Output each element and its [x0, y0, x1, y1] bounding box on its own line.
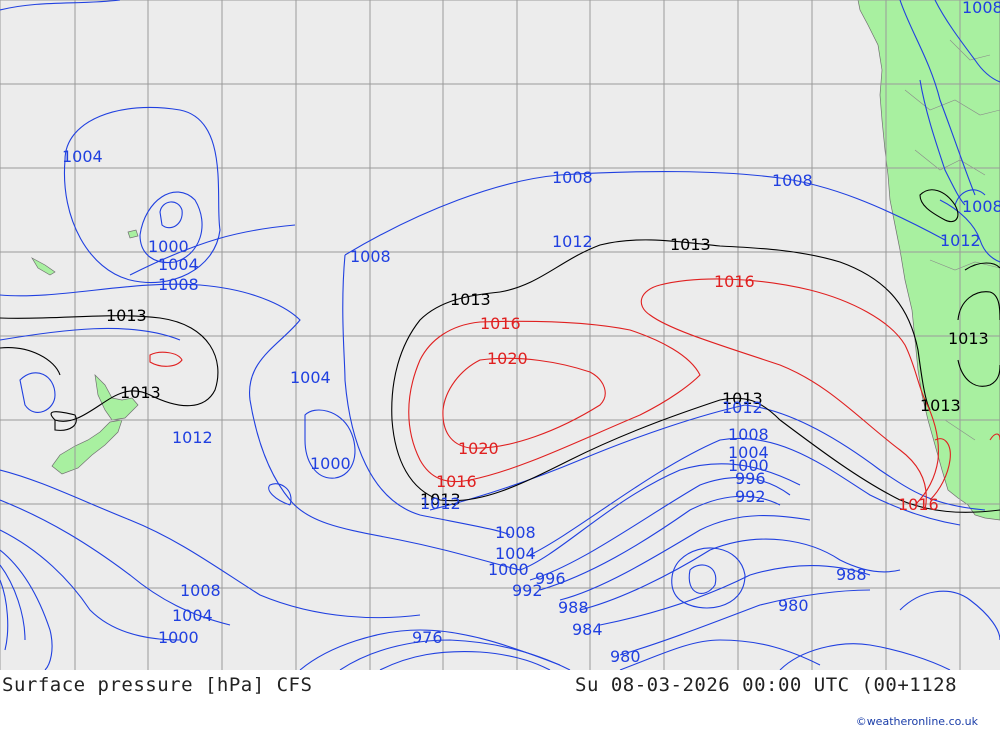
- isobar-label: 1012: [420, 494, 461, 513]
- isobar-label: 1013: [450, 290, 491, 309]
- isobar-label: 992: [735, 487, 766, 506]
- map-title: Surface pressure [hPa] CFS: [2, 674, 313, 696]
- credit-link[interactable]: ©weatheronline.co.uk: [856, 715, 978, 728]
- isobar-label: 1000: [148, 237, 189, 256]
- isobar-label: 1000: [488, 560, 529, 579]
- isobar-label: 1000: [310, 454, 351, 473]
- isobar-label: 1004: [62, 147, 103, 166]
- isobar-label: 1008: [962, 197, 1000, 216]
- isobar-label: 1008: [728, 425, 769, 444]
- isobar-label: 1013: [120, 383, 161, 402]
- map-caption: Surface pressure [hPa] CFS Su 08-03-2026…: [0, 672, 1000, 708]
- pressure-map: 1004100010041008101310131012100810041000…: [0, 0, 1000, 670]
- isobar-label: 980: [778, 596, 809, 615]
- isobar-label: 988: [836, 565, 867, 584]
- isobar-label: 1004: [158, 255, 199, 274]
- isobar-label: 1016: [480, 314, 521, 333]
- isobar-label: 1020: [487, 349, 528, 368]
- isobar-label: 1013: [106, 306, 147, 325]
- valid-time: Su 08-03-2026 00:00 UTC (00+1128: [575, 674, 958, 696]
- isobar-label: 1008: [158, 275, 199, 294]
- isobar-label: 1008: [772, 171, 813, 190]
- isobar-label: 1016: [898, 495, 939, 514]
- isobar-label: 1016: [436, 472, 477, 491]
- isobar-label: 1013: [948, 329, 989, 348]
- isobar-label: 1013: [670, 235, 711, 254]
- isobar-label: 1012: [172, 428, 213, 447]
- isobar-label: 1004: [290, 368, 331, 387]
- isobar-label: 1012: [940, 231, 981, 250]
- isobar-label: 984: [572, 620, 603, 639]
- isobar-label: 1008: [552, 168, 593, 187]
- isobar-label: 980: [610, 647, 641, 666]
- isobar-label: 1020: [458, 439, 499, 458]
- isobar-label: 1000: [728, 456, 769, 475]
- isobar-label: 1004: [172, 606, 213, 625]
- isobar-label: 992: [512, 581, 543, 600]
- isobar-label: 1012: [552, 232, 593, 251]
- isobar-label: 1008: [180, 581, 221, 600]
- isobar-label: 1012: [722, 398, 763, 417]
- isobar-label: 1013: [920, 396, 961, 415]
- isobar-label: 1016: [714, 272, 755, 291]
- isobar-label: 976: [412, 628, 443, 647]
- isobar-label: 1008: [495, 523, 536, 542]
- isobar-label: 1000: [158, 628, 199, 647]
- isobar-label: 1008: [962, 0, 1000, 17]
- isobar-label: 988: [558, 598, 589, 617]
- isobar-label: 1008: [350, 247, 391, 266]
